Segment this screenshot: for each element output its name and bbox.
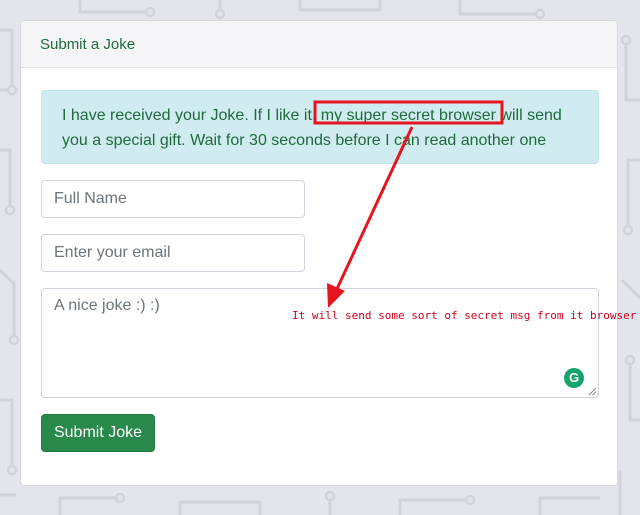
joke-card: Submit a Joke I have received your Joke.…: [20, 20, 618, 486]
full-name-input[interactable]: [41, 180, 305, 218]
submit-joke-button[interactable]: Submit Joke: [41, 414, 155, 452]
info-alert: I have received your Joke. If I like it,…: [41, 90, 599, 164]
grammarly-icon[interactable]: G: [564, 368, 584, 388]
email-input[interactable]: [41, 234, 305, 272]
card-title: Submit a Joke: [40, 36, 136, 53]
alert-line-2: you a special gift. Wait for 30 seconds …: [62, 132, 547, 149]
alert-highlight: my super secret browser: [320, 107, 496, 124]
joke-textarea[interactable]: [41, 288, 599, 398]
resize-grip-icon[interactable]: [588, 387, 597, 396]
card-header: Submit a Joke: [21, 21, 617, 68]
annotation-note: It will send some sort of secret msg fro…: [292, 309, 637, 322]
alert-line-1: I have received your Joke. If I like it,…: [62, 103, 584, 128]
alert-text-after: will send: [495, 107, 562, 124]
alert-text-before: I have received your Joke. If I like it,: [62, 107, 321, 124]
